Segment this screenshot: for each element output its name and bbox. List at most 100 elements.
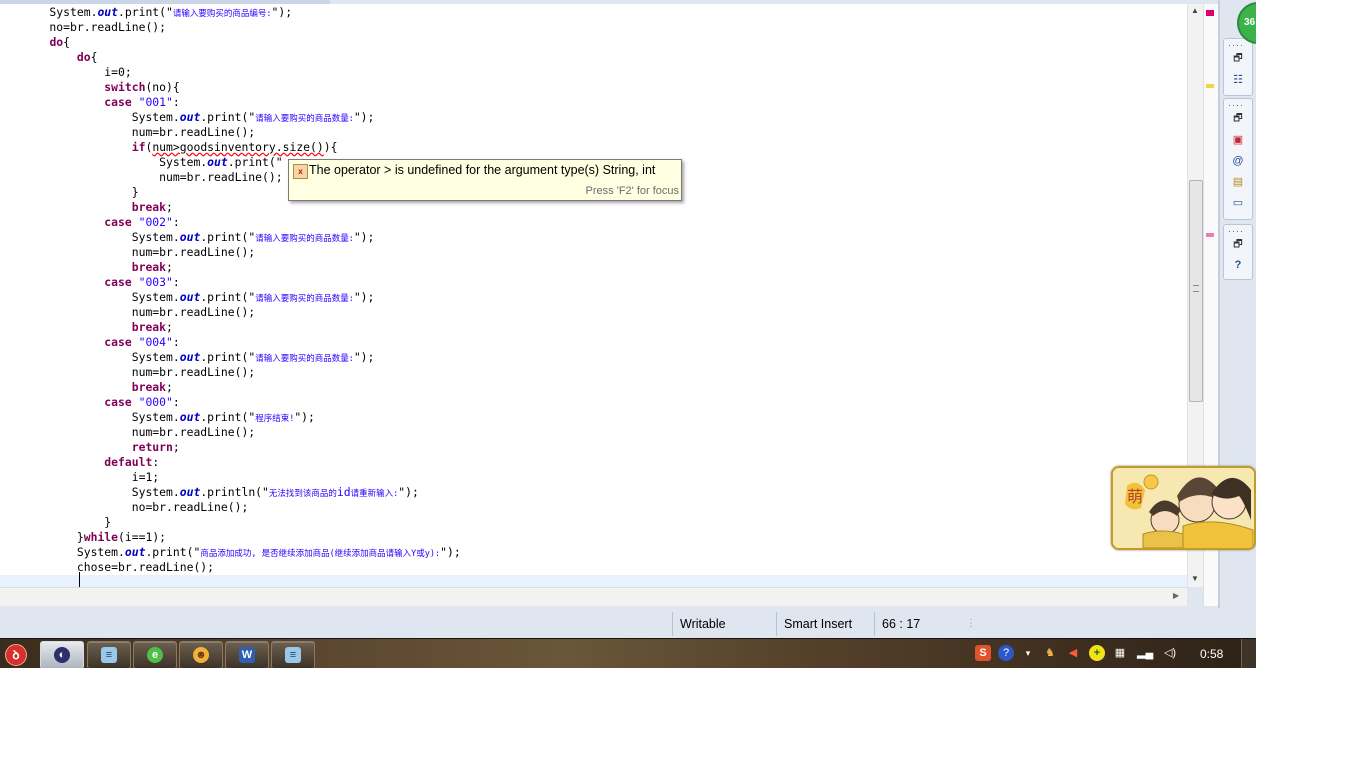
code-line[interactable]: num=br.readLine(); xyxy=(0,170,282,185)
code-line[interactable] xyxy=(0,575,1187,587)
taskbar-button-browser[interactable]: e xyxy=(133,641,177,668)
code-line[interactable]: System.out.print("请输入要购买的商品数量:"); xyxy=(0,350,375,365)
error-marker[interactable] xyxy=(1206,10,1214,16)
code-line[interactable]: chose=br.readLine(); xyxy=(0,560,214,575)
expand-icon[interactable]: ▾ xyxy=(1020,645,1036,661)
error-marker[interactable] xyxy=(1206,233,1214,237)
code-token: "004" xyxy=(138,335,173,349)
problems-icon[interactable]: ▣ xyxy=(1230,132,1246,148)
code-line[interactable]: do{ xyxy=(0,50,98,65)
code-line[interactable]: i=1; xyxy=(0,470,159,485)
drag-handle-icon[interactable]: ···· xyxy=(1228,227,1244,236)
scroll-up-icon[interactable]: ▲ xyxy=(1191,6,1199,15)
taskbar-button-notepad[interactable]: ≡ xyxy=(87,641,131,668)
bird-icon[interactable]: ♞ xyxy=(1042,645,1058,661)
restore-icon[interactable]: 🗗 xyxy=(1230,111,1246,127)
code-token: { xyxy=(90,50,98,64)
code-line[interactable]: num=br.readLine(); xyxy=(0,125,255,140)
code-token: out xyxy=(179,350,201,364)
declaration-icon[interactable]: ▤ xyxy=(1230,174,1246,190)
code-line[interactable]: i=0; xyxy=(0,65,131,80)
code-line[interactable]: System.out.println("无法找到该商品的id请重新输入:"); xyxy=(0,485,419,500)
scroll-thumb[interactable] xyxy=(1189,180,1203,402)
code-token: : xyxy=(172,335,180,349)
console-icon[interactable]: ▭ xyxy=(1230,195,1246,211)
code-line[interactable]: break; xyxy=(0,200,173,215)
clock[interactable]: 0:58 xyxy=(1200,647,1223,661)
code-token: while xyxy=(83,530,119,544)
code-line[interactable]: num=br.readLine(); xyxy=(0,365,255,380)
network-icon[interactable]: ▦ xyxy=(1112,645,1128,661)
code-line[interactable]: case "001": xyxy=(0,95,179,110)
javadoc-icon[interactable]: @ xyxy=(1230,153,1246,169)
sogou-icon[interactable]: S xyxy=(975,645,991,661)
code-line[interactable]: return; xyxy=(0,440,180,455)
code-token: System. xyxy=(22,155,208,169)
taskbar-button-chat[interactable]: ☻ xyxy=(179,641,223,668)
code-line[interactable]: break; xyxy=(0,380,173,395)
code-line[interactable]: default: xyxy=(0,455,159,470)
outline-icon[interactable]: ☷ xyxy=(1230,72,1246,88)
code-line[interactable]: do{ xyxy=(0,35,70,50)
code-token: "); xyxy=(353,110,375,124)
code-token: chose=br.readLine(); xyxy=(22,560,215,574)
code-line[interactable]: break; xyxy=(0,260,173,275)
mascot-widget[interactable]: 萌 xyxy=(1111,466,1256,550)
taskbar-button-word[interactable]: W xyxy=(225,641,269,668)
code-line[interactable]: } xyxy=(0,515,111,530)
drag-handle-icon[interactable]: ···· xyxy=(1228,101,1244,110)
error-tooltip[interactable]: x The operator > is undefined for the ar… xyxy=(288,159,682,201)
code-line[interactable]: no=br.readLine(); xyxy=(0,500,249,515)
code-line[interactable]: } xyxy=(0,185,139,200)
horizontal-scrollbar[interactable]: ▶ xyxy=(0,587,1187,606)
code-token: 请输入要购买的商品数量: xyxy=(255,234,354,244)
code-line[interactable]: }while(i==1); xyxy=(0,530,166,545)
eclipse-window: System.out.print("请输入要购买的商品编号:"); no=br.… xyxy=(0,0,1256,668)
scroll-right-icon[interactable]: ▶ xyxy=(1173,591,1179,600)
code-line[interactable]: case "002": xyxy=(0,215,180,230)
show-desktop-button[interactable] xyxy=(1241,639,1256,668)
warning-marker[interactable] xyxy=(1206,84,1214,88)
code-line[interactable]: break; xyxy=(0,320,173,335)
signal-icon[interactable]: ▂▄ xyxy=(1137,645,1153,661)
status-grip-icon[interactable]: ⋮ xyxy=(966,613,976,635)
code-line[interactable]: if(num>goodsinventory.size()){ xyxy=(0,140,338,155)
restore-icon[interactable]: 🗗 xyxy=(1230,237,1246,253)
code-token: 请输入要购买的商品数量: xyxy=(255,114,354,124)
code-line[interactable]: case "003": xyxy=(0,275,179,290)
code-token: "003" xyxy=(138,275,173,289)
code-token: : xyxy=(172,215,180,229)
code-line[interactable]: num=br.readLine(); xyxy=(0,305,255,320)
status-mode: Writable xyxy=(680,617,726,631)
help-icon[interactable]: ? xyxy=(1230,257,1246,273)
taskbar-button-eclipse[interactable]: ◐ xyxy=(40,641,84,668)
restore-icon[interactable]: 🗗 xyxy=(1230,51,1246,67)
code-token: .print(" xyxy=(227,155,283,169)
code-token: .print(" xyxy=(200,350,256,364)
speaker-icon[interactable]: ◁) xyxy=(1162,645,1178,661)
status-insert-mode[interactable]: Smart Insert xyxy=(784,613,852,635)
code-line[interactable]: num=br.readLine(); xyxy=(0,245,255,260)
help-icon[interactable]: ? xyxy=(998,645,1014,661)
code-line[interactable]: System.out.print("请输入要购买的商品数量:"); xyxy=(0,230,375,245)
code-line[interactable]: System.out.print("请输入要购买的商品数量:"); xyxy=(0,110,375,125)
code-line[interactable]: case "000": xyxy=(0,395,179,410)
code-line[interactable]: System.out.print("请输入要购买的商品数量:"); xyxy=(0,290,375,305)
code-line[interactable]: System.out.print(" xyxy=(0,155,283,170)
code-editor[interactable]: System.out.print("请输入要购买的商品编号:"); no=br.… xyxy=(0,4,1187,587)
code-line[interactable]: no=br.readLine(); xyxy=(0,20,166,35)
code-line[interactable]: System.out.print("请输入要购买的商品编号:"); xyxy=(0,5,292,20)
code-line[interactable]: num=br.readLine(); xyxy=(0,425,255,440)
drag-handle-icon[interactable]: ···· xyxy=(1228,41,1244,50)
scroll-down-icon[interactable]: ▼ xyxy=(1191,574,1199,583)
volume-mute-icon[interactable]: ◀ xyxy=(1065,645,1081,661)
start-icon[interactable]: ꝺ xyxy=(5,644,27,666)
taskbar-button-notepad-2[interactable]: ≡ xyxy=(271,641,315,668)
code-line[interactable]: System.out.print("程序结束!"); xyxy=(0,410,315,425)
code-line[interactable]: case "004": xyxy=(0,335,180,350)
add-icon[interactable]: + xyxy=(1089,645,1105,661)
code-line[interactable]: System.out.print("商品添加成功, 是否继续添加商品(继续添加商… xyxy=(0,545,461,560)
code-line[interactable]: switch(no){ xyxy=(0,80,179,95)
code-token: num=br.readLine(); xyxy=(22,425,256,439)
